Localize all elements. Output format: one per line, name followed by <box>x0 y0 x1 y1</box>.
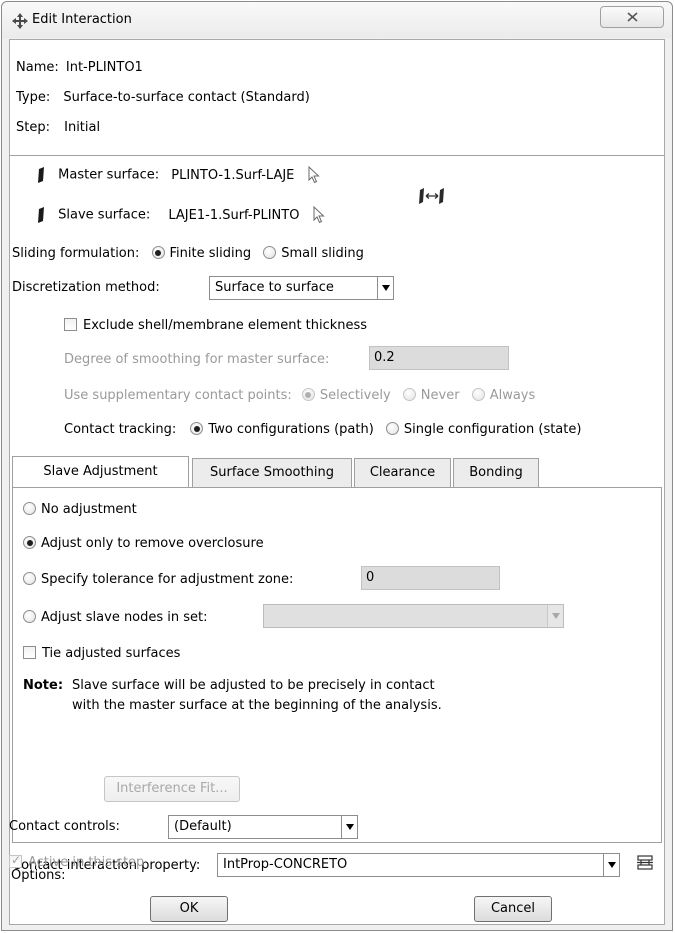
tie-adjusted-checkbox[interactable]: Tie adjusted surfaces <box>23 646 180 661</box>
contact-property-select[interactable]: IntProp-CONCRETO <box>217 853 620 877</box>
slave-surface-label: Slave surface: <box>58 207 151 223</box>
step-row: Step: Initial <box>16 120 100 135</box>
tolerance-input[interactable]: 0 <box>361 566 500 590</box>
type-value: Surface-to-surface contact (Standard) <box>63 90 310 105</box>
window-title: Edit Interaction <box>32 12 132 27</box>
sliding-formulation-row: Sliding formulation: Finite sliding Smal… <box>12 246 364 261</box>
separator <box>10 155 664 156</box>
name-label: Name: <box>16 60 59 75</box>
node-set-select[interactable] <box>263 604 564 628</box>
exclude-shell-checkbox[interactable]: Exclude shell/membrane element thickness <box>64 318 367 333</box>
type-label: Type: <box>16 90 51 105</box>
master-surface-row: Master surface: PLINTO-1.Surf-LAJE <box>36 166 321 184</box>
master-surface-value: PLINTO-1.Surf-LAJE <box>171 167 295 183</box>
name-row: Name: Int-PLINTO1 <box>16 60 143 75</box>
swap-surfaces-icon[interactable] <box>418 186 446 206</box>
specify-tolerance-radio[interactable]: Specify tolerance for adjustment zone: <box>23 572 293 587</box>
single-configuration-radio[interactable]: Single configuration (state) <box>385 422 581 437</box>
contact-controls-label: Contact controls: <box>9 819 120 834</box>
title-bar[interactable]: Edit Interaction <box>2 2 672 38</box>
select-slave-cursor-icon[interactable] <box>312 206 326 224</box>
contact-tracking-label: Contact tracking: <box>64 422 177 437</box>
chevron-down-icon <box>341 816 357 838</box>
move-arrows-icon <box>12 13 28 29</box>
chevron-down-icon <box>377 277 393 299</box>
no-adjustment-radio[interactable]: No adjustment <box>23 502 137 517</box>
supplementary-label: Use supplementary contact points: <box>64 388 292 403</box>
options-label: Options: <box>11 868 66 883</box>
tab-slave-adjustment[interactable]: Slave Adjustment <box>12 456 189 487</box>
ok-button[interactable]: OK <box>150 896 228 922</box>
discretization-label: Discretization method: <box>12 280 160 295</box>
surface-icon <box>38 167 44 183</box>
never-radio[interactable]: Never <box>402 388 460 403</box>
chevron-down-icon <box>547 605 563 627</box>
edit-interaction-dialog: Edit Interaction Name: Int-PLINTO1 Type:… <box>1 1 673 931</box>
sliding-formulation-label: Sliding formulation: <box>12 246 140 261</box>
remove-overclosure-radio[interactable]: Adjust only to remove overclosure <box>23 536 264 551</box>
supplementary-row: Use supplementary contact points: Select… <box>64 388 535 403</box>
note-line-1: Slave surface will be adjusted to be pre… <box>72 678 435 693</box>
smoothing-label: Degree of smoothing for master surface: <box>64 352 330 367</box>
note-label: Note: <box>23 678 64 693</box>
close-button[interactable] <box>600 6 664 28</box>
tab-bonding[interactable]: Bonding <box>453 458 539 487</box>
select-master-cursor-icon[interactable] <box>307 166 321 184</box>
type-row: Type: Surface-to-surface contact (Standa… <box>16 90 310 105</box>
two-configurations-radio[interactable]: Two configurations (path) <box>190 422 374 437</box>
selectively-radio[interactable]: Selectively <box>301 388 391 403</box>
cancel-button[interactable]: Cancel <box>474 896 552 922</box>
name-value: Int-PLINTO1 <box>65 60 143 75</box>
tab-clearance[interactable]: Clearance <box>354 458 451 487</box>
adjust-node-set-radio[interactable]: Adjust slave nodes in set: <box>23 610 208 625</box>
finite-sliding-radio[interactable]: Finite sliding <box>151 246 251 261</box>
tab-surface-smoothing[interactable]: Surface Smoothing <box>192 458 352 487</box>
discretization-method-select[interactable]: Surface to surface <box>209 276 394 300</box>
contact-controls-select[interactable]: (Default) <box>168 815 358 839</box>
smoothing-input[interactable]: 0.2 <box>369 346 509 370</box>
step-label: Step: <box>16 120 50 135</box>
close-icon <box>627 12 638 22</box>
step-value: Initial <box>64 120 101 135</box>
note-line-2: with the master surface at the beginning… <box>72 698 442 713</box>
slave-surface-value: LAJE1-1.Surf-PLINTO <box>168 207 300 223</box>
master-surface-label: Master surface: <box>58 167 160 183</box>
tab-bar: Slave Adjustment Surface Smoothing Clear… <box>12 456 662 489</box>
chevron-down-icon <box>603 854 619 876</box>
contact-tracking-row: Contact tracking: Two configurations (pa… <box>64 422 581 437</box>
small-sliding-radio[interactable]: Small sliding <box>263 246 364 261</box>
interference-fit-button[interactable]: Interference Fit... <box>104 776 240 802</box>
property-manager-icon[interactable] <box>636 854 654 872</box>
always-radio[interactable]: Always <box>471 388 535 403</box>
active-in-step-checkbox[interactable]: Active in this step <box>9 853 144 870</box>
slave-surface-row: Slave surface: LAJE1-1.Surf-PLINTO <box>36 206 326 224</box>
surface-icon <box>38 207 44 223</box>
